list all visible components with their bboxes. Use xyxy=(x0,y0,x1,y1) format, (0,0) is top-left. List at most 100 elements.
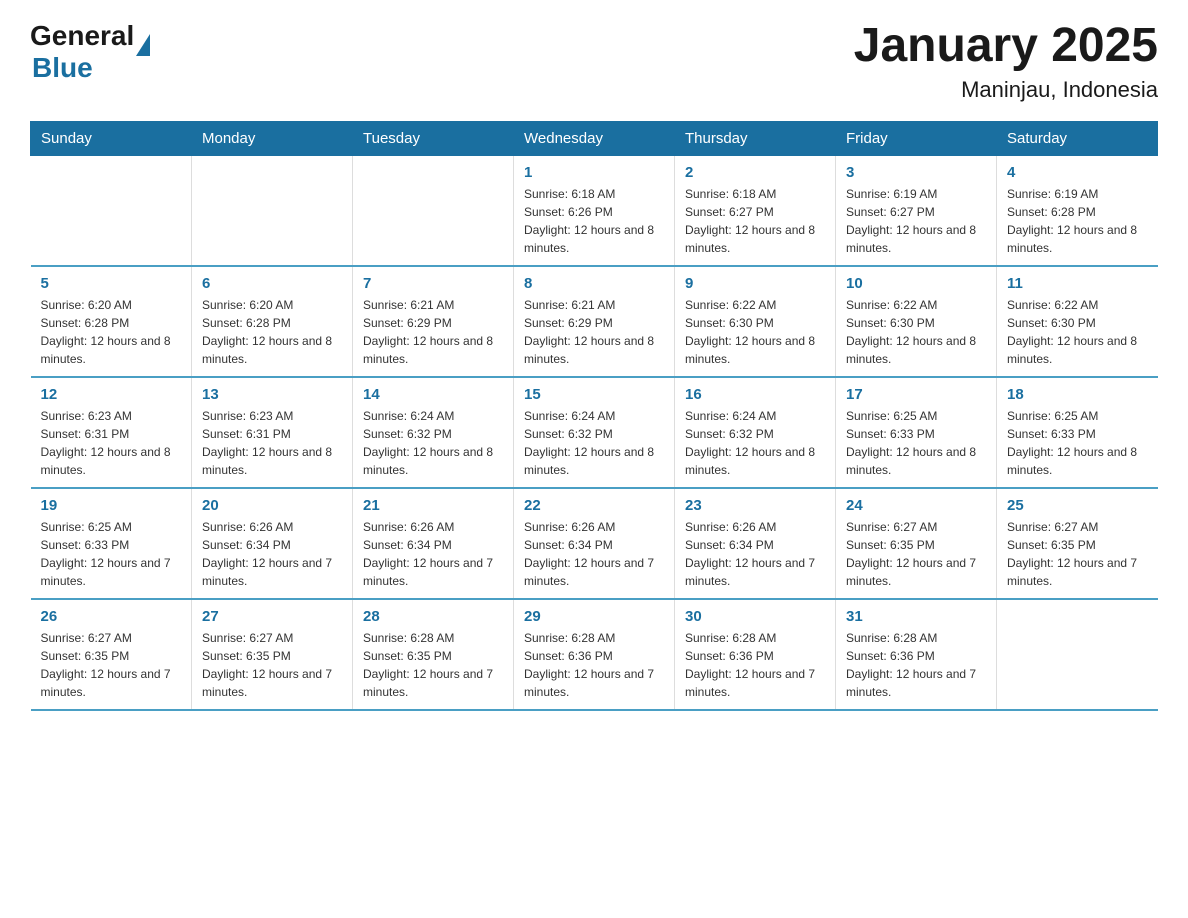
day-info: Sunrise: 6:27 AM Sunset: 6:35 PM Dayligh… xyxy=(1007,518,1148,590)
calendar-day-header: Wednesday xyxy=(514,121,675,155)
day-number: 11 xyxy=(1007,275,1148,292)
day-info: Sunrise: 6:18 AM Sunset: 6:26 PM Dayligh… xyxy=(524,185,664,257)
calendar-cell: 5 Sunrise: 6:20 AM Sunset: 6:28 PM Daylig… xyxy=(31,266,192,377)
day-info: Sunrise: 6:21 AM Sunset: 6:29 PM Dayligh… xyxy=(363,296,503,368)
calendar-cell: 6Sunrise: 6:20 AM Sunset: 6:28 PM Daylig… xyxy=(192,266,353,377)
day-info: Sunrise: 6:26 AM Sunset: 6:34 PM Dayligh… xyxy=(524,518,664,590)
day-info: Sunrise: 6:19 AM Sunset: 6:27 PM Dayligh… xyxy=(846,185,986,257)
calendar-cell xyxy=(31,155,192,266)
day-number: 2 xyxy=(685,164,825,181)
calendar-cell: 10Sunrise: 6:22 AM Sunset: 6:30 PM Dayli… xyxy=(836,266,997,377)
day-number: 26 xyxy=(41,608,182,625)
day-info: Sunrise: 6:23 AM Sunset: 6:31 PM Dayligh… xyxy=(41,407,182,479)
day-info: Sunrise: 6:27 AM Sunset: 6:35 PM Dayligh… xyxy=(41,629,182,701)
calendar-cell: 3 Sunrise: 6:19 AM Sunset: 6:27 PM Daylig… xyxy=(836,155,997,266)
day-number: 23 xyxy=(685,497,825,514)
calendar-day-header: Tuesday xyxy=(353,121,514,155)
calendar-cell: 29Sunrise: 6:28 AM Sunset: 6:36 PM Dayli… xyxy=(514,599,675,710)
day-info: Sunrise: 6:24 AM Sunset: 6:32 PM Dayligh… xyxy=(685,407,825,479)
title-block: January 2025 Maninjau, Indonesia xyxy=(854,20,1158,103)
calendar-cell xyxy=(353,155,514,266)
day-number: 25 xyxy=(1007,497,1148,514)
day-info: Sunrise: 6:19 AM Sunset: 6:28 PM Dayligh… xyxy=(1007,185,1148,257)
day-number: 15 xyxy=(524,386,664,403)
logo-general-text: General xyxy=(30,20,134,52)
calendar-cell: 4 Sunrise: 6:19 AM Sunset: 6:28 PM Daylig… xyxy=(997,155,1158,266)
day-info: Sunrise: 6:18 AM Sunset: 6:27 PM Dayligh… xyxy=(685,185,825,257)
calendar-cell xyxy=(997,599,1158,710)
day-number: 1 xyxy=(524,164,664,181)
calendar-cell: 15Sunrise: 6:24 AM Sunset: 6:32 PM Dayli… xyxy=(514,377,675,488)
calendar-week-row: 19 Sunrise: 6:25 AM Sunset: 6:33 PM Dayli… xyxy=(31,488,1158,599)
day-number: 22 xyxy=(524,497,664,514)
day-number: 19 xyxy=(41,497,182,514)
calendar-day-header: Thursday xyxy=(675,121,836,155)
day-number: 14 xyxy=(363,386,503,403)
day-info: Sunrise: 6:27 AM Sunset: 6:35 PM Dayligh… xyxy=(846,518,986,590)
calendar-cell: 24 Sunrise: 6:27 AM Sunset: 6:35 PM Dayli… xyxy=(836,488,997,599)
day-number: 21 xyxy=(363,497,503,514)
calendar-week-row: 5 Sunrise: 6:20 AM Sunset: 6:28 PM Daylig… xyxy=(31,266,1158,377)
calendar-cell: 19 Sunrise: 6:25 AM Sunset: 6:33 PM Dayli… xyxy=(31,488,192,599)
day-number: 30 xyxy=(685,608,825,625)
day-info: Sunrise: 6:20 AM Sunset: 6:28 PM Dayligh… xyxy=(41,296,182,368)
day-info: Sunrise: 6:25 AM Sunset: 6:33 PM Dayligh… xyxy=(41,518,182,590)
day-info: Sunrise: 6:22 AM Sunset: 6:30 PM Dayligh… xyxy=(1007,296,1148,368)
day-number: 4 xyxy=(1007,164,1148,181)
calendar-week-row: 1 Sunrise: 6:18 AM Sunset: 6:26 PM Daylig… xyxy=(31,155,1158,266)
calendar-cell: 14 Sunrise: 6:24 AM Sunset: 6:32 PM Dayli… xyxy=(353,377,514,488)
calendar-cell: 17Sunrise: 6:25 AM Sunset: 6:33 PM Dayli… xyxy=(836,377,997,488)
day-number: 27 xyxy=(202,608,342,625)
calendar-header-row: SundayMondayTuesdayWednesdayThursdayFrid… xyxy=(31,121,1158,155)
calendar-cell xyxy=(192,155,353,266)
day-info: Sunrise: 6:25 AM Sunset: 6:33 PM Dayligh… xyxy=(846,407,986,479)
day-info: Sunrise: 6:22 AM Sunset: 6:30 PM Dayligh… xyxy=(685,296,825,368)
calendar-cell: 25 Sunrise: 6:27 AM Sunset: 6:35 PM Dayli… xyxy=(997,488,1158,599)
day-number: 28 xyxy=(363,608,503,625)
day-number: 24 xyxy=(846,497,986,514)
day-number: 31 xyxy=(846,608,986,625)
day-info: Sunrise: 6:26 AM Sunset: 6:34 PM Dayligh… xyxy=(685,518,825,590)
day-number: 3 xyxy=(846,164,986,181)
day-number: 12 xyxy=(41,386,182,403)
calendar-cell: 23 Sunrise: 6:26 AM Sunset: 6:34 PM Dayli… xyxy=(675,488,836,599)
calendar-cell: 28 Sunrise: 6:28 AM Sunset: 6:35 PM Dayli… xyxy=(353,599,514,710)
calendar-cell: 20 Sunrise: 6:26 AM Sunset: 6:34 PM Dayli… xyxy=(192,488,353,599)
day-number: 9 xyxy=(685,275,825,292)
day-info: Sunrise: 6:22 AM Sunset: 6:30 PM Dayligh… xyxy=(846,296,986,368)
calendar-cell: 26 Sunrise: 6:27 AM Sunset: 6:35 PM Dayli… xyxy=(31,599,192,710)
calendar-cell: 7Sunrise: 6:21 AM Sunset: 6:29 PM Daylig… xyxy=(353,266,514,377)
day-info: Sunrise: 6:21 AM Sunset: 6:29 PM Dayligh… xyxy=(524,296,664,368)
calendar-cell: 16Sunrise: 6:24 AM Sunset: 6:32 PM Dayli… xyxy=(675,377,836,488)
day-number: 13 xyxy=(202,386,342,403)
calendar-cell: 2 Sunrise: 6:18 AM Sunset: 6:27 PM Daylig… xyxy=(675,155,836,266)
logo-triangle-icon xyxy=(136,34,150,56)
calendar-cell: 12 Sunrise: 6:23 AM Sunset: 6:31 PM Dayli… xyxy=(31,377,192,488)
calendar-week-row: 26 Sunrise: 6:27 AM Sunset: 6:35 PM Dayli… xyxy=(31,599,1158,710)
day-number: 5 xyxy=(41,275,182,292)
logo-blue-text: Blue xyxy=(32,52,93,84)
day-info: Sunrise: 6:28 AM Sunset: 6:36 PM Dayligh… xyxy=(685,629,825,701)
day-info: Sunrise: 6:23 AM Sunset: 6:31 PM Dayligh… xyxy=(202,407,342,479)
calendar-cell: 8 Sunrise: 6:21 AM Sunset: 6:29 PM Daylig… xyxy=(514,266,675,377)
calendar-cell: 9 Sunrise: 6:22 AM Sunset: 6:30 PM Daylig… xyxy=(675,266,836,377)
logo: General Blue xyxy=(30,20,150,84)
calendar-day-header: Saturday xyxy=(997,121,1158,155)
day-info: Sunrise: 6:20 AM Sunset: 6:28 PM Dayligh… xyxy=(202,296,342,368)
day-info: Sunrise: 6:26 AM Sunset: 6:34 PM Dayligh… xyxy=(202,518,342,590)
calendar-day-header: Friday xyxy=(836,121,997,155)
calendar-cell: 11 Sunrise: 6:22 AM Sunset: 6:30 PM Dayli… xyxy=(997,266,1158,377)
day-number: 20 xyxy=(202,497,342,514)
calendar-day-header: Sunday xyxy=(31,121,192,155)
day-number: 29 xyxy=(524,608,664,625)
calendar-cell: 30 Sunrise: 6:28 AM Sunset: 6:36 PM Dayli… xyxy=(675,599,836,710)
calendar-cell: 22 Sunrise: 6:26 AM Sunset: 6:34 PM Dayli… xyxy=(514,488,675,599)
calendar-subtitle: Maninjau, Indonesia xyxy=(854,77,1158,103)
day-info: Sunrise: 6:28 AM Sunset: 6:36 PM Dayligh… xyxy=(846,629,986,701)
day-info: Sunrise: 6:28 AM Sunset: 6:35 PM Dayligh… xyxy=(363,629,503,701)
day-info: Sunrise: 6:24 AM Sunset: 6:32 PM Dayligh… xyxy=(363,407,503,479)
day-info: Sunrise: 6:25 AM Sunset: 6:33 PM Dayligh… xyxy=(1007,407,1148,479)
page-header: General Blue January 2025 Maninjau, Indo… xyxy=(30,20,1158,103)
calendar-title: January 2025 xyxy=(854,20,1158,73)
day-number: 8 xyxy=(524,275,664,292)
